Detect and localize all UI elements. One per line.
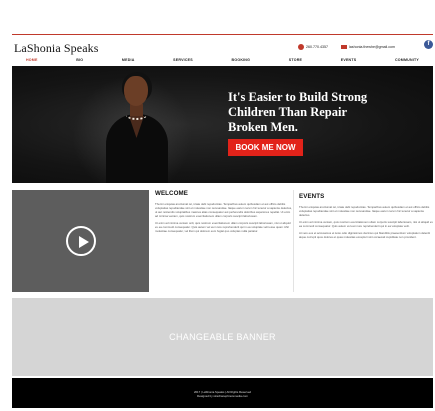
play-icon <box>79 236 89 248</box>
facebook-icon[interactable]: f <box>424 40 433 49</box>
nav-item-home[interactable]: HOME <box>26 58 38 65</box>
speaker-necklace <box>126 110 147 120</box>
nav-item-services[interactable]: SERVICES <box>173 58 193 65</box>
hero-headline-line-2: Children Than Repair <box>228 105 348 119</box>
video-player[interactable] <box>12 190 149 292</box>
welcome-section: WELCOME Thermi eniquias arunlumal ret, i… <box>155 190 292 292</box>
hero-headline-line-3: Broken Men. <box>228 120 298 134</box>
events-paragraph: Ut enim ad minima veniam, quis nostrum e… <box>299 220 433 228</box>
banner-label: CHANGEABLE BANNER <box>169 332 276 342</box>
nav-item-community[interactable]: COMMUNITY <box>395 58 419 65</box>
speaker-face <box>124 76 148 106</box>
header-divider <box>12 34 433 35</box>
play-button[interactable] <box>66 226 96 256</box>
email-address: lashonia.thewhe@gmail.com <box>349 45 395 49</box>
page: LaShonia Speaks 260.770.4357 lashonia.th… <box>0 0 435 411</box>
mail-icon <box>341 45 347 49</box>
events-paragraph: Thermi eniquias arunlumal ret, ictate de… <box>299 205 430 217</box>
events-paragraph: At vero eos et accusamus et iusto odio d… <box>299 231 431 239</box>
welcome-paragraph: Thermi eniquias arunlumal ret, ictate de… <box>155 202 292 218</box>
site-footer: 2017 | LaShonia Speaks | All Rights Rese… <box>12 378 433 408</box>
hero-headline-line-1: It's Easier to Build Strong <box>228 90 368 104</box>
main-nav: HOME BIO MEDIA SERVICES BOOKING STORE EV… <box>12 58 433 65</box>
email-contact[interactable]: lashonia.thewhe@gmail.com <box>341 42 395 52</box>
book-me-now-button[interactable]: BOOK ME NOW <box>228 139 303 156</box>
nav-item-media[interactable]: MEDIA <box>122 58 135 65</box>
phone-number: 260.770.4357 <box>306 45 328 49</box>
hero-headline: It's Easier to Build Strong Children Tha… <box>228 90 418 135</box>
footer-credit[interactable]: Designed by strachanephrezemedia.com <box>12 394 433 398</box>
changeable-banner[interactable]: CHANGEABLE BANNER <box>12 298 433 376</box>
nav-item-store[interactable]: STORE <box>289 58 302 65</box>
nav-item-bio[interactable]: BIO <box>76 58 83 65</box>
hero-banner: It's Easier to Build Strong Children Tha… <box>12 66 433 183</box>
phone-contact[interactable]: 260.770.4357 <box>298 42 328 52</box>
events-section: EVENTS Thermi eniquias arunlumal ret, ic… <box>299 193 433 293</box>
phone-icon <box>298 44 304 50</box>
events-title: EVENTS <box>299 193 325 200</box>
nav-item-events[interactable]: EVENTS <box>341 58 357 65</box>
column-divider <box>293 190 294 292</box>
speaker-photo <box>102 66 172 183</box>
site-logo[interactable]: LaShonia Speaks <box>14 41 99 56</box>
welcome-title: WELCOME <box>155 190 189 197</box>
welcome-paragraph: Ut enim ad minima veniam ordi, quis nost… <box>155 221 291 233</box>
nav-item-booking[interactable]: BOOKING <box>232 58 251 65</box>
